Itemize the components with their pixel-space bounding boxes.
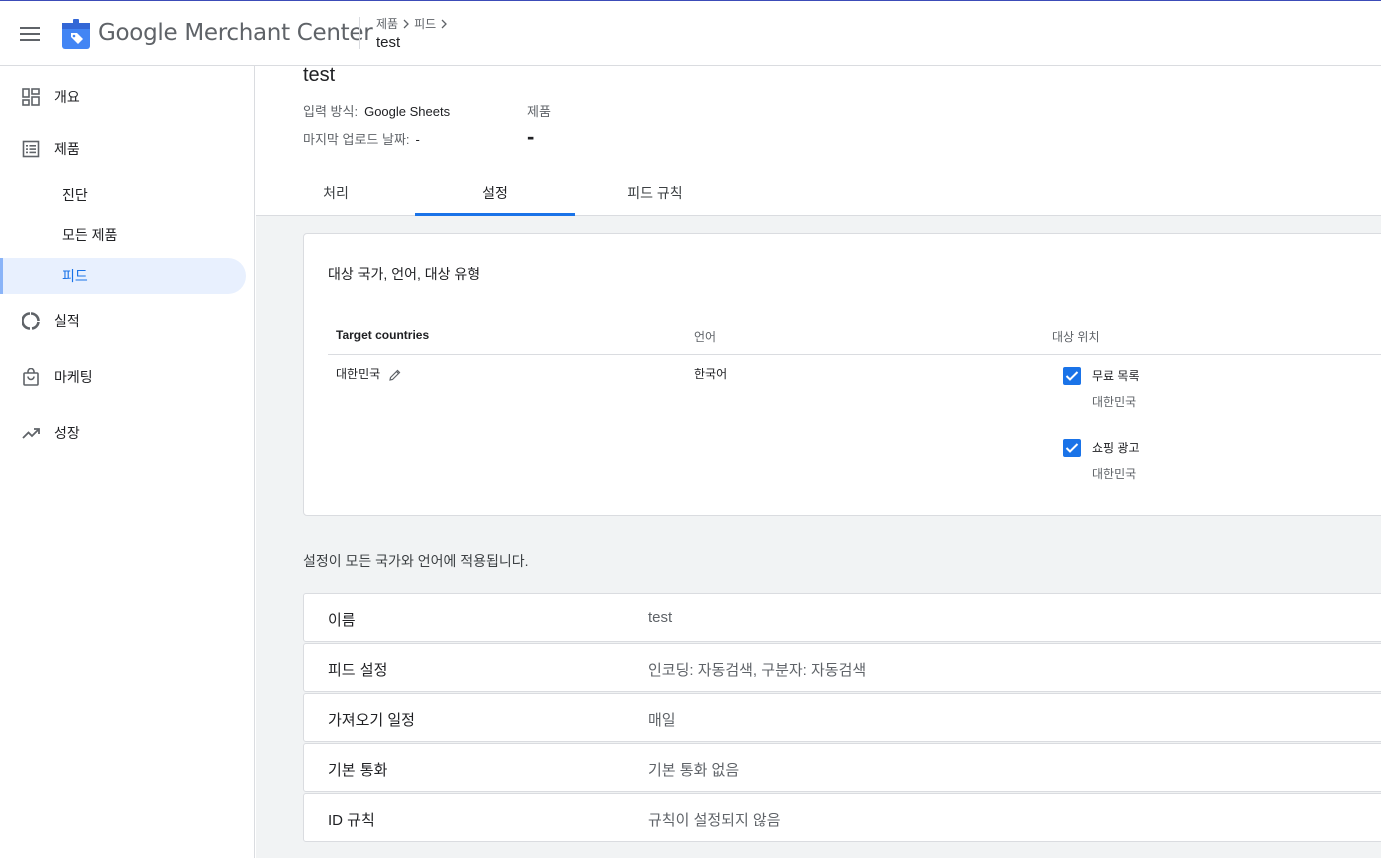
column-header-language: 언어 bbox=[694, 330, 717, 344]
sidebar-item-overview[interactable]: 개요 bbox=[0, 79, 246, 115]
setting-key: ID 규칙 bbox=[328, 812, 375, 829]
targets-card-title: 대상 국가, 언어, 대상 유형 bbox=[328, 266, 481, 282]
sidebar-item-products[interactable]: 제품 bbox=[0, 131, 246, 167]
setting-key: 피드 설정 bbox=[328, 662, 388, 679]
checkmark-icon bbox=[1065, 371, 1079, 381]
tab-settings[interactable]: 설정 bbox=[415, 172, 575, 216]
last-upload-value: - bbox=[415, 132, 420, 147]
tab-processing[interactable]: 처리 bbox=[256, 172, 416, 216]
language-cell: 한국어 bbox=[694, 367, 728, 381]
input-method: 입력 방식: Google Sheets bbox=[303, 101, 450, 120]
chevron-right-icon bbox=[441, 19, 448, 28]
sidebar-item-label: 진단 bbox=[62, 187, 88, 203]
sidebar-nav: 개요 제품 진단 모든 제품 피드 실적 마케팅 성장 bbox=[0, 66, 255, 858]
last-upload: 마지막 업로드 날짜: - bbox=[303, 129, 420, 148]
list-icon bbox=[22, 140, 40, 158]
setting-value: 규칙이 설정되지 않음 bbox=[648, 812, 781, 829]
menu-icon[interactable] bbox=[14, 18, 46, 50]
sidebar-item-feeds[interactable]: 피드 bbox=[0, 258, 246, 294]
sidebar-item-diagnostics[interactable]: 진단 bbox=[0, 177, 246, 213]
checkmark-icon bbox=[1065, 443, 1079, 453]
top-app-bar: Google Merchant Center 제품 피드 test bbox=[0, 0, 1381, 66]
column-header-destination: 대상 위치 bbox=[1052, 330, 1100, 344]
app-name[interactable]: Google Merchant Center bbox=[98, 20, 373, 46]
column-header-target-countries: Target countries bbox=[336, 328, 430, 342]
sidebar-item-label: 피드 bbox=[62, 268, 88, 284]
setting-key: 기본 통화 bbox=[328, 762, 388, 779]
breadcrumb: 제품 피드 bbox=[376, 15, 449, 32]
sidebar-item-growth[interactable]: 성장 bbox=[0, 415, 246, 451]
edit-pencil-icon[interactable] bbox=[388, 368, 402, 382]
tab-feed-rules[interactable]: 피드 규칙 bbox=[575, 172, 735, 216]
setting-row-id-rules[interactable]: ID 규칙 규칙이 설정되지 않음 bbox=[303, 793, 1381, 842]
setting-value: 매일 bbox=[648, 712, 676, 729]
country-cell: 대한민국 bbox=[336, 365, 402, 382]
sidebar-item-label: 개요 bbox=[54, 89, 80, 105]
targets-card: 대상 국가, 언어, 대상 유형 Target countries 언어 대상 … bbox=[303, 233, 1381, 516]
chevron-right-icon bbox=[403, 19, 410, 28]
page-title: test bbox=[376, 34, 401, 51]
shopping-ads-country: 대한민국 bbox=[1092, 467, 1137, 481]
sidebar-item-label: 제품 bbox=[54, 141, 80, 157]
donut-chart-icon bbox=[22, 312, 40, 330]
sidebar-item-performance[interactable]: 실적 bbox=[0, 303, 246, 339]
last-upload-label: 마지막 업로드 날짜: bbox=[303, 132, 410, 147]
merchant-center-logo-icon[interactable] bbox=[62, 19, 90, 49]
products-count: - bbox=[527, 124, 535, 149]
settings-apply-note: 설정이 모든 국가와 언어에 적용됩니다. bbox=[303, 553, 529, 569]
input-method-label: 입력 방식: bbox=[303, 104, 359, 119]
sidebar-item-label: 마케팅 bbox=[54, 369, 93, 385]
setting-value: 인코딩: 자동검색, 구분자: 자동검색 bbox=[648, 662, 867, 679]
country-name: 대한민국 bbox=[336, 367, 381, 381]
free-listings-country: 대한민국 bbox=[1092, 395, 1137, 409]
setting-key: 가져오기 일정 bbox=[328, 712, 415, 729]
feed-title: test bbox=[303, 66, 336, 86]
setting-row-feed-settings[interactable]: 피드 설정 인코딩: 자동검색, 구분자: 자동검색 bbox=[303, 643, 1381, 692]
feed-summary: test 입력 방식: Google Sheets 마지막 업로드 날짜: - 제품… bbox=[256, 66, 1381, 216]
setting-value: test bbox=[648, 609, 673, 626]
shopping-ads-label: 쇼핑 광고 bbox=[1092, 441, 1140, 455]
sidebar-item-all-products[interactable]: 모든 제품 bbox=[0, 217, 246, 253]
table-divider bbox=[328, 354, 1381, 355]
setting-key: 이름 bbox=[328, 612, 356, 629]
trending-up-icon bbox=[22, 428, 40, 439]
setting-row-fetch-schedule[interactable]: 가져오기 일정 매일 bbox=[303, 693, 1381, 742]
setting-row-name[interactable]: 이름 test bbox=[303, 593, 1381, 642]
app-name-merchant-center: Merchant Center bbox=[184, 20, 373, 46]
sidebar-item-marketing[interactable]: 마케팅 bbox=[0, 359, 246, 395]
products-label: 제품 bbox=[527, 104, 551, 119]
shopping-ads-checkbox[interactable] bbox=[1063, 439, 1081, 457]
setting-row-default-currency[interactable]: 기본 통화 기본 통화 없음 bbox=[303, 743, 1381, 792]
free-listings-label: 무료 목록 bbox=[1092, 369, 1140, 383]
shopping-bag-icon bbox=[23, 368, 39, 386]
app-name-google: Google bbox=[98, 20, 178, 46]
breadcrumb-item-products[interactable]: 제품 bbox=[376, 15, 398, 32]
breadcrumb-item-feeds[interactable]: 피드 bbox=[414, 15, 436, 32]
setting-value: 기본 통화 없음 bbox=[648, 762, 740, 779]
sidebar-item-label: 모든 제품 bbox=[62, 227, 118, 243]
free-listings-checkbox[interactable] bbox=[1063, 367, 1081, 385]
input-method-value: Google Sheets bbox=[364, 104, 451, 119]
header-divider bbox=[359, 17, 360, 49]
dashboard-icon bbox=[22, 88, 40, 106]
sidebar-item-label: 실적 bbox=[54, 313, 80, 329]
main-content: test 입력 방식: Google Sheets 마지막 업로드 날짜: - 제품… bbox=[256, 66, 1381, 858]
sidebar-item-label: 성장 bbox=[54, 425, 80, 441]
